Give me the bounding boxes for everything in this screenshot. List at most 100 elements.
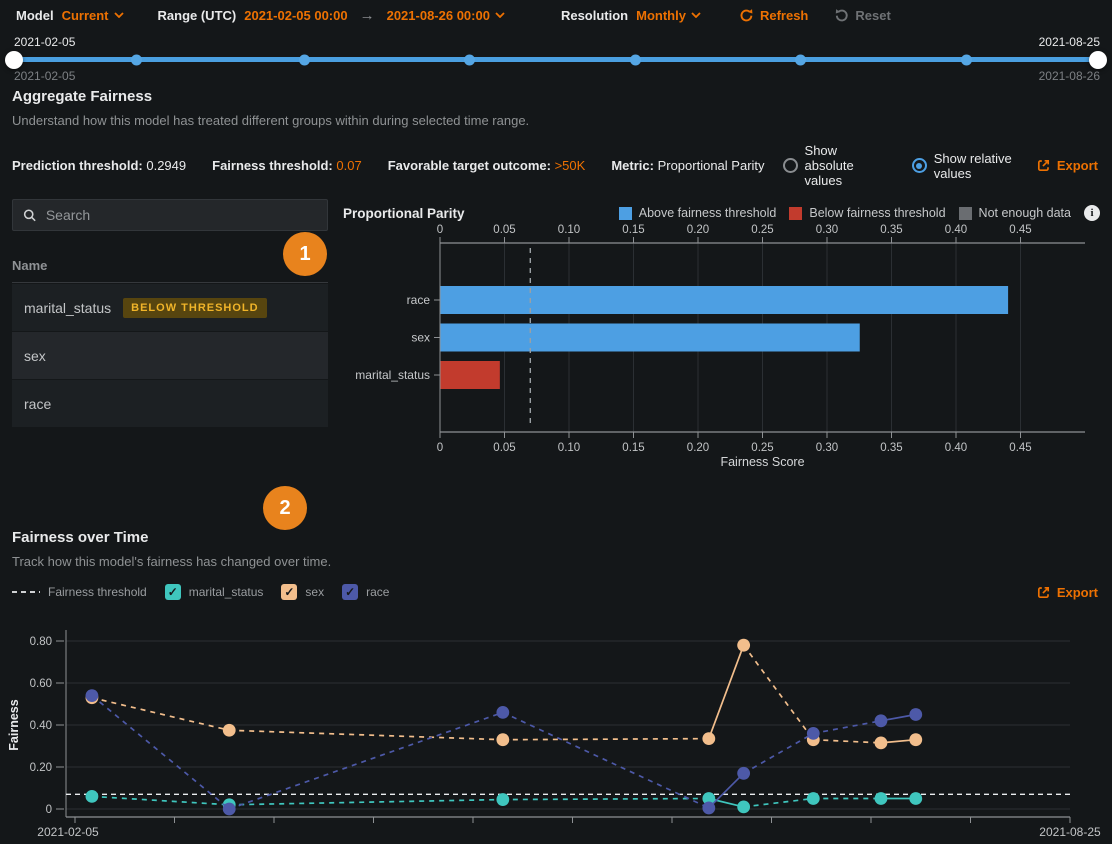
slider-end-label: 2021-08-25 bbox=[1039, 35, 1100, 49]
radio-checked-icon bbox=[912, 158, 927, 173]
svg-text:0.25: 0.25 bbox=[751, 442, 773, 454]
legend-label: marital_status bbox=[189, 585, 264, 599]
aggregate-fairness-subtitle: Understand how this model has treated di… bbox=[12, 113, 1112, 128]
resolution-select[interactable]: Monthly bbox=[636, 8, 701, 23]
aggregate-controls-row: Prediction threshold: 0.2949 Fairness th… bbox=[12, 143, 1098, 188]
chevron-down-icon bbox=[691, 12, 701, 18]
svg-text:0.15: 0.15 bbox=[622, 224, 644, 236]
radio-show-relative[interactable]: Show relative values bbox=[912, 151, 1012, 181]
slider-track[interactable] bbox=[8, 57, 1104, 62]
legend-not-enough-data: Not enough data bbox=[959, 206, 1071, 220]
svg-text:0.40: 0.40 bbox=[945, 224, 967, 236]
svg-text:0.10: 0.10 bbox=[558, 224, 580, 236]
svg-text:0.20: 0.20 bbox=[687, 224, 709, 236]
red-swatch bbox=[789, 207, 802, 220]
legend-below-threshold: Below fairness threshold bbox=[789, 206, 945, 220]
fairness-over-time-title: Fairness over Time bbox=[12, 529, 1112, 546]
slider-tick-dot bbox=[795, 54, 806, 65]
aggregate-fairness-title: Aggregate Fairness bbox=[12, 88, 1112, 105]
list-item-label: race bbox=[24, 396, 51, 412]
list-item-label: marital_status bbox=[24, 300, 111, 316]
fairness-over-time-export-button[interactable]: Export bbox=[1036, 585, 1098, 600]
search-input[interactable] bbox=[46, 207, 317, 223]
aggregate-export-button[interactable]: Export bbox=[1036, 158, 1098, 173]
reset-label: Reset bbox=[855, 8, 890, 23]
toggle-marital-status[interactable]: ✓ marital_status bbox=[165, 584, 264, 600]
search-box[interactable] bbox=[12, 199, 328, 231]
svg-text:Fairness Score: Fairness Score bbox=[720, 455, 804, 469]
range-start-value[interactable]: 2021-02-05 00:00 bbox=[244, 8, 347, 23]
slider-tick-dot bbox=[464, 54, 475, 65]
svg-text:0.40: 0.40 bbox=[30, 720, 52, 732]
svg-text:Fairness: Fairness bbox=[7, 699, 21, 750]
prediction-threshold: Prediction threshold: 0.2949 bbox=[12, 158, 186, 173]
slider-handle-right[interactable] bbox=[1089, 51, 1107, 69]
range-group: Range (UTC) 2021-02-05 00:00 → 2021-08-2… bbox=[158, 7, 505, 24]
range-label: Range (UTC) bbox=[158, 8, 237, 23]
svg-text:0: 0 bbox=[437, 442, 443, 454]
export-icon bbox=[1036, 158, 1051, 173]
svg-text:0.30: 0.30 bbox=[816, 442, 838, 454]
svg-text:0.20: 0.20 bbox=[687, 442, 709, 454]
svg-text:0.20: 0.20 bbox=[30, 762, 52, 774]
slider-handle-left[interactable] bbox=[5, 51, 23, 69]
slider-range-start-label: 2021-02-05 bbox=[14, 69, 75, 83]
checkbox-checked-icon: ✓ bbox=[342, 584, 358, 600]
slider-tick-dot bbox=[961, 54, 972, 65]
toggle-sex[interactable]: ✓ sex bbox=[281, 584, 324, 600]
svg-text:0.45: 0.45 bbox=[1009, 442, 1031, 454]
fairness-dashboard: Model Current Range (UTC) 2021-02-05 00:… bbox=[0, 0, 1112, 844]
slider-tick-dot bbox=[131, 54, 142, 65]
svg-text:0: 0 bbox=[437, 224, 443, 236]
svg-text:0: 0 bbox=[46, 804, 52, 816]
name-column-header: Name bbox=[12, 258, 328, 283]
resolution-group: Resolution Monthly bbox=[561, 8, 701, 23]
radio-show-absolute[interactable]: Show absolute values bbox=[783, 143, 888, 188]
toggle-race[interactable]: ✓ race bbox=[342, 584, 389, 600]
info-icon[interactable]: i bbox=[1084, 205, 1100, 221]
range-end-select[interactable]: 2021-08-26 00:00 bbox=[387, 8, 505, 23]
svg-text:0.35: 0.35 bbox=[880, 442, 902, 454]
refresh-label: Refresh bbox=[760, 8, 808, 23]
svg-text:0.10: 0.10 bbox=[558, 442, 580, 454]
slider-tick-dot bbox=[299, 54, 310, 65]
reset-button[interactable]: Reset bbox=[834, 8, 890, 23]
model-select[interactable]: Current bbox=[62, 8, 124, 23]
svg-text:0.25: 0.25 bbox=[751, 224, 773, 236]
fairness-over-time-subtitle: Track how this model's fairness has chan… bbox=[12, 554, 1112, 569]
below-threshold-badge: BELOW THRESHOLD bbox=[123, 298, 266, 318]
svg-text:sex: sex bbox=[411, 331, 430, 345]
prediction-threshold-value: 0.2949 bbox=[146, 158, 186, 173]
svg-text:0.15: 0.15 bbox=[622, 442, 644, 454]
resolution-label: Resolution bbox=[561, 8, 628, 23]
svg-text:0.45: 0.45 bbox=[1009, 224, 1031, 236]
fairness-over-time-line-chart: 00.200.400.600.80Fairness2021-02-052021-… bbox=[0, 612, 1112, 844]
fairness-over-time-header: Fairness over Time Track how this model'… bbox=[0, 529, 1112, 569]
export-icon bbox=[1036, 585, 1051, 600]
fairness-threshold: Fairness threshold: 0.07 bbox=[212, 158, 362, 173]
range-arrow-icon: → bbox=[356, 7, 379, 24]
reset-icon bbox=[834, 8, 849, 23]
model-label: Model bbox=[16, 8, 54, 23]
model-value: Current bbox=[62, 8, 109, 23]
list-item-marital-status[interactable]: marital_status BELOW THRESHOLD bbox=[12, 284, 328, 331]
blue-swatch bbox=[619, 207, 632, 220]
favorable-outcome-value: >50K bbox=[555, 158, 586, 173]
list-item-race[interactable]: race bbox=[12, 380, 328, 427]
fairness-threshold-label: Fairness threshold: bbox=[212, 158, 333, 173]
prediction-threshold-label: Prediction threshold: bbox=[12, 158, 143, 173]
legend-label: Above fairness threshold bbox=[639, 206, 777, 220]
search-icon bbox=[23, 208, 37, 223]
refresh-button[interactable]: Refresh bbox=[739, 8, 808, 23]
feature-list-panel: Name marital_status BELOW THRESHOLD sex … bbox=[12, 199, 328, 473]
annotation-badge-2: 2 bbox=[263, 486, 307, 530]
svg-text:0.30: 0.30 bbox=[816, 224, 838, 236]
legend-label: sex bbox=[305, 585, 324, 599]
dashed-line-icon bbox=[12, 590, 40, 594]
radio-unchecked-icon bbox=[783, 158, 798, 173]
svg-text:0.80: 0.80 bbox=[30, 636, 52, 648]
slider-range-end-label: 2021-08-26 bbox=[1039, 69, 1100, 83]
refresh-icon bbox=[739, 8, 754, 23]
aggregate-main-row: Name marital_status BELOW THRESHOLD sex … bbox=[0, 199, 1112, 473]
list-item-sex[interactable]: sex bbox=[12, 332, 328, 379]
